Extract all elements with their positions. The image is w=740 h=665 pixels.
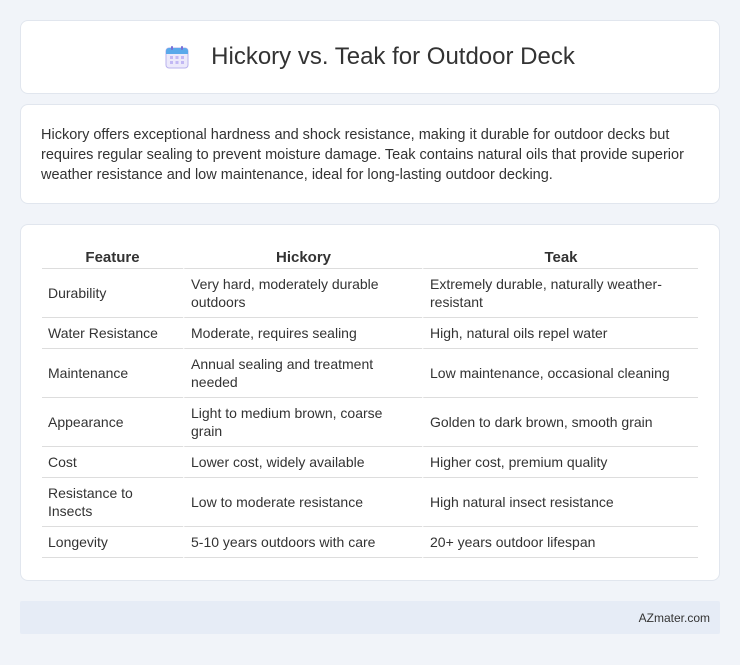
cell-feature: Longevity: [42, 527, 183, 558]
table-row: Longevity 5-10 years outdoors with care …: [42, 527, 698, 558]
cell-hickory: Moderate, requires sealing: [183, 318, 422, 349]
summary-card: Hickory offers exceptional hardness and …: [20, 104, 720, 204]
header-feature: Feature: [42, 246, 183, 269]
cell-feature: Maintenance: [42, 349, 183, 398]
calendar-icon: [165, 45, 189, 69]
cell-hickory: Light to medium brown, coarse grain: [183, 398, 422, 447]
cell-teak: Low maintenance, occasional cleaning: [422, 349, 698, 398]
table-header-row: Feature Hickory Teak: [42, 246, 698, 269]
comparison-table: Feature Hickory Teak Durability Very har…: [42, 246, 698, 558]
cell-hickory: Low to moderate resistance: [183, 478, 422, 527]
table-row: Appearance Light to medium brown, coarse…: [42, 398, 698, 447]
table-row: Water Resistance Moderate, requires seal…: [42, 318, 698, 349]
cell-feature: Resistance to Insects: [42, 478, 183, 527]
cell-teak: High natural insect resistance: [422, 478, 698, 527]
footer-brand[interactable]: AZmater.com: [639, 611, 710, 625]
cell-teak: High, natural oils repel water: [422, 318, 698, 349]
header-hickory: Hickory: [183, 246, 422, 269]
cell-teak: Extremely durable, naturally weather-res…: [422, 269, 698, 318]
cell-hickory: Lower cost, widely available: [183, 447, 422, 478]
cell-teak: Golden to dark brown, smooth grain: [422, 398, 698, 447]
summary-text: Hickory offers exceptional hardness and …: [41, 127, 684, 183]
cell-feature: Water Resistance: [42, 318, 183, 349]
table-row: Maintenance Annual sealing and treatment…: [42, 349, 698, 398]
cell-hickory: 5-10 years outdoors with care: [183, 527, 422, 558]
cell-feature: Cost: [42, 447, 183, 478]
cell-teak: Higher cost, premium quality: [422, 447, 698, 478]
table-row: Resistance to Insects Low to moderate re…: [42, 478, 698, 527]
table-row: Durability Very hard, moderately durable…: [42, 269, 698, 318]
cell-feature: Durability: [42, 269, 183, 318]
cell-hickory: Annual sealing and treatment needed: [183, 349, 422, 398]
cell-feature: Appearance: [42, 398, 183, 447]
header-teak: Teak: [422, 246, 698, 269]
table-row: Cost Lower cost, widely available Higher…: [42, 447, 698, 478]
cell-teak: 20+ years outdoor lifespan: [422, 527, 698, 558]
cell-hickory: Very hard, moderately durable outdoors: [183, 269, 422, 318]
page-title: Hickory vs. Teak for Outdoor Deck: [211, 43, 575, 70]
title-card: Hickory vs. Teak for Outdoor Deck: [20, 20, 720, 94]
comparison-table-card: Feature Hickory Teak Durability Very har…: [20, 224, 720, 581]
footer-bar: AZmater.com: [20, 601, 720, 634]
